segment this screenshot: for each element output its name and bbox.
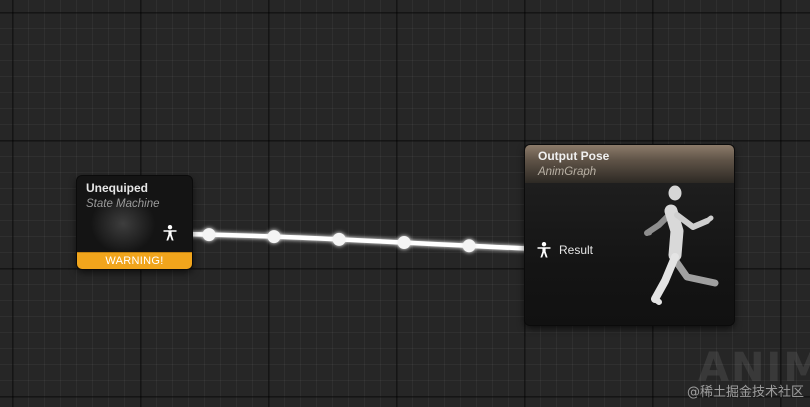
wire-reroute-point[interactable]	[202, 228, 216, 242]
result-pin-label: Result	[559, 243, 594, 257]
node-title: Output Pose	[538, 149, 610, 163]
pose-input-pin-icon[interactable]	[537, 242, 551, 258]
pose-connection-wire[interactable]	[178, 231, 542, 252]
wire-reroute-point[interactable]	[462, 239, 476, 253]
pose-output-pin-icon[interactable]	[163, 225, 177, 241]
output-pose-node[interactable]: Output Pose AnimGraph Result	[525, 145, 734, 325]
watermark-site-text: @稀土掘金技术社区	[686, 385, 804, 400]
running-mannequin-icon	[644, 185, 719, 305]
node-subtitle: State Machine	[86, 198, 160, 210]
wire-reroute-point[interactable]	[332, 232, 346, 246]
node-title: Unequiped	[86, 181, 148, 195]
warning-badge: WARNING!	[77, 252, 192, 269]
node-subtitle: AnimGraph	[538, 166, 597, 178]
state-machine-node[interactable]: Unequiped State Machine WARNING!	[77, 176, 192, 269]
wire-reroute-point[interactable]	[267, 230, 281, 244]
wire-reroute-point[interactable]	[397, 236, 411, 249]
